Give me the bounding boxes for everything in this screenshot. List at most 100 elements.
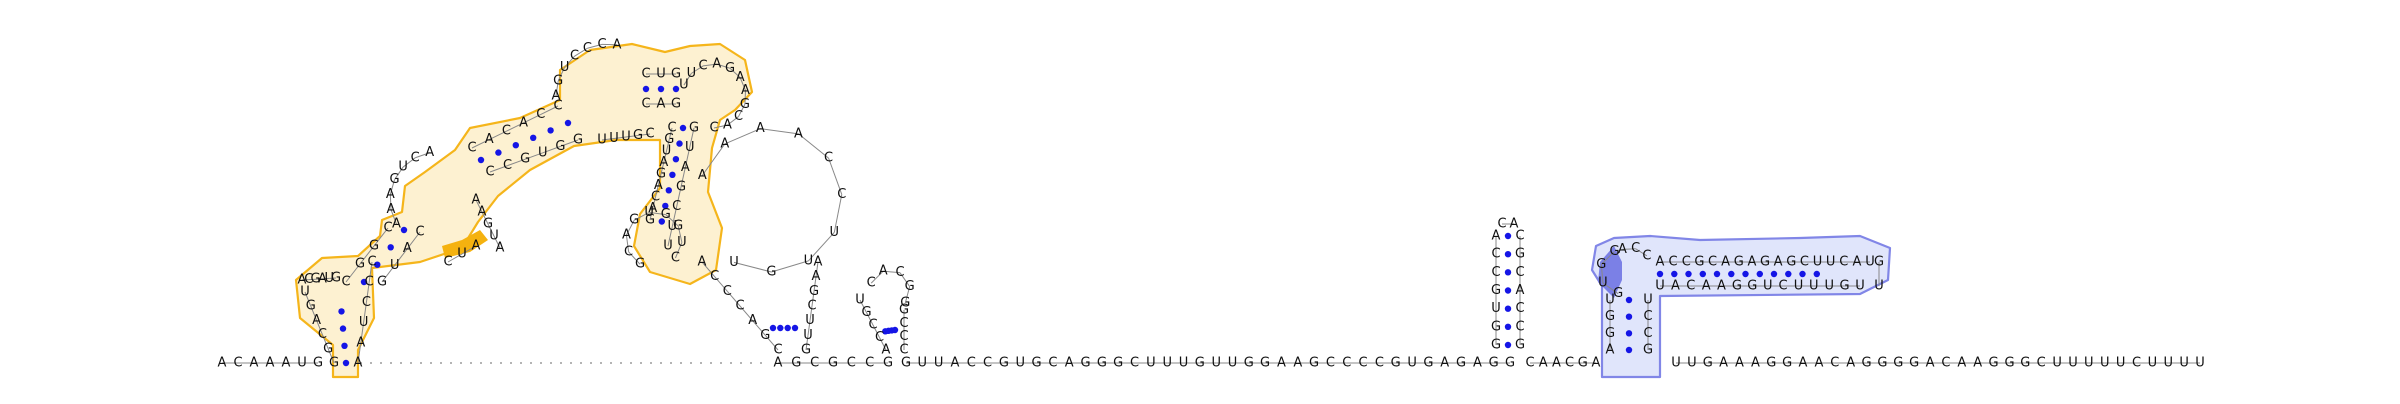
d2-loop-big-nucleotide: A: [720, 137, 729, 152]
d4-stem-b-bottom-nucleotide: C: [1779, 279, 1788, 294]
d3-stem-right-nucleotide: C: [1515, 265, 1524, 280]
d4-stem-b-base-pair: [1699, 270, 1707, 278]
d4-stem-a-base-pair: [1625, 346, 1633, 354]
d4-stem-b-base-pair: [1756, 270, 1764, 278]
d1-stem1-right-nucleotide: C: [362, 295, 371, 310]
baseline-3prime-nucleotide: U: [918, 356, 928, 371]
d1-stem4-top-nucleotide: C: [641, 67, 650, 82]
d1-stem4-top-nucleotide: U: [656, 67, 666, 82]
baseline-5prime-nucleotide: A: [250, 356, 259, 371]
baseline-tail-nucleotide: A: [1799, 356, 1808, 371]
d4-stem-b-base-pair: [1685, 270, 1692, 278]
baseline-linker-nucleotide: C: [1565, 356, 1574, 371]
d1-stem1-left-nucleotide: G: [329, 356, 339, 371]
d4-stem-a-left-nucleotide: G: [1605, 326, 1615, 341]
d1-stem3-right-nucleotide: G: [573, 133, 583, 148]
baseline-tail-nucleotide: G: [1782, 356, 1792, 371]
baseline-mid-nucleotide: C: [865, 356, 874, 371]
d1-hairpin-nucleotide: A: [712, 57, 721, 72]
baseline-tail-nucleotide: C: [2132, 356, 2141, 371]
baseline-3prime-nucleotide: A: [1293, 356, 1302, 371]
d4-stem-b-base-pair: [1813, 270, 1821, 278]
d3-stem-base-pair: [1504, 269, 1512, 276]
d1-stem3-base-pair: [564, 119, 572, 127]
d1-stem1-left-nucleotide: C: [318, 327, 327, 342]
d1-loop2-nucleotide: U: [398, 160, 408, 175]
baseline-mid-nucleotide: C: [810, 356, 819, 371]
d1-stem4-bottom-nucleotide: C: [641, 97, 650, 112]
baseline-linker-nucleotide: C: [1525, 356, 1534, 371]
d2-stem-right-nucleotide: G: [809, 284, 819, 299]
d4-loop-end-nucleotide: U: [1874, 279, 1884, 294]
d1-stem4-bottom-nucleotide: A: [657, 97, 666, 112]
d4-stem-b-top-nucleotide: A: [1852, 255, 1861, 270]
d1-hairpin-nucleotide: A: [723, 118, 732, 133]
baseline-3prime-nucleotide: G: [1097, 356, 1107, 371]
d1-stem4-right-nucleotide: C: [645, 127, 654, 142]
d1-stem1-right-nucleotide: A: [354, 356, 363, 371]
d2-stem-left-nucleotide: C: [723, 284, 732, 299]
d4-stem-b-top-nucleotide: G: [1734, 255, 1744, 270]
d4-stem-b-top-nucleotide: U: [1813, 255, 1823, 270]
d1-inner-right-nucleotide: A: [681, 160, 690, 175]
nucleotide-letters: ACAAAUGAGCGCCGGUUACCGUGCAGGGCUUUGUUGGAAG…: [218, 37, 2205, 371]
d1-stem2-left-nucleotide: C: [341, 275, 350, 290]
d1-inner-right-nucleotide: G: [676, 180, 686, 195]
baseline-tail-nucleotide: G: [1909, 356, 1919, 371]
d1-stem3-right-nucleotide: G: [520, 152, 530, 167]
d1-stem1-right-nucleotide: C: [367, 255, 376, 270]
baseline-linker-nucleotide: A: [1539, 356, 1548, 371]
d4-stem-b-top-nucleotide: C: [1669, 255, 1678, 270]
d3-stem-left-nucleotide: G: [1491, 319, 1501, 334]
d3-loop-nucleotide: A: [1510, 217, 1519, 232]
d1-stem2-right-nucleotide: G: [377, 275, 387, 290]
d1-inner-loop-nucleotide: C: [671, 251, 680, 266]
d1-loop2-nucleotide: A: [425, 145, 434, 160]
baseline-3prime-nucleotide: A: [1065, 356, 1074, 371]
d2-hairpin-loop-nucleotide: C: [895, 265, 904, 280]
d1-inner-loop-nucleotide: C: [624, 244, 633, 259]
d4-stem-b-base-pair: [1770, 270, 1778, 278]
baseline-tail-nucleotide: U: [2052, 356, 2062, 371]
d3-stem-right-nucleotide: G: [1515, 247, 1525, 262]
baseline-tail-nucleotide: G: [2004, 356, 2014, 371]
d3-stem-left-nucleotide: U: [1491, 301, 1501, 316]
d1-bulge-nucleotide: A: [472, 239, 481, 254]
d3-stem-base-pair: [1504, 251, 1512, 258]
d1-stem3-left-nucleotide: C: [536, 107, 545, 122]
d4-stem-b-top-nucleotide: C: [1708, 255, 1717, 270]
baseline-tail-nucleotide: C: [2037, 356, 2046, 371]
d1-stem3-right-nucleotide: C: [485, 165, 494, 180]
baseline-tail-nucleotide: G: [1989, 356, 1999, 371]
d1-stem1-left-nucleotide: G: [323, 341, 333, 356]
d1-stem2-base-pair: [400, 226, 408, 234]
d2-loop-big-nucleotide: A: [698, 168, 707, 183]
rna-secondary-structure-diagram: ACAAAUGAGCGCCGGUUACCGUGCAGGGCUUUGUUGGAAG…: [218, 37, 2205, 379]
baseline-tail-nucleotide: A: [1814, 356, 1823, 371]
d4-stem-a-base-pair: [1625, 313, 1633, 320]
baseline-3prime-nucleotide: G: [1032, 356, 1042, 371]
d4-stem-a-right-nucleotide: U: [1643, 293, 1653, 308]
d1-inner-stem-base-pair: [679, 124, 687, 132]
baseline-linker-nucleotide: G: [1578, 356, 1588, 371]
d3-stem-right-nucleotide: C: [1515, 319, 1524, 334]
d2-loop-big-nucleotide: G: [766, 265, 776, 280]
d2-stem-right-nucleotide: A: [812, 269, 821, 284]
d2-loop-big-nucleotide: A: [794, 126, 803, 141]
baseline-3prime-nucleotide: G: [1081, 356, 1091, 371]
d2-stem-right-nucleotide: G: [801, 343, 811, 358]
baseline-tail-nucleotide: A: [1846, 356, 1855, 371]
d2-stem-left-nucleotide: A: [698, 255, 707, 270]
d4-stem-a-right-nucleotide: G: [1643, 343, 1653, 358]
baseline-tail-nucleotide: G: [1877, 356, 1887, 371]
baseline-3prime-nucleotide: C: [1326, 356, 1335, 371]
baseline-tail-nucleotide: U: [1687, 356, 1697, 371]
d3-stem-left-nucleotide: G: [1491, 283, 1501, 298]
d1-stem4-bottom-nucleotide: G: [671, 97, 681, 112]
d2-stem-left-nucleotide: C: [735, 299, 744, 314]
d1-stem4-base-pair: [642, 85, 650, 93]
d2-loop-big-nucleotide: C: [824, 151, 833, 166]
d2-stem-base-pair: [777, 324, 784, 332]
d1-loop3-nucleotide: A: [613, 37, 622, 52]
baseline-tail-nucleotide: U: [1671, 356, 1681, 371]
